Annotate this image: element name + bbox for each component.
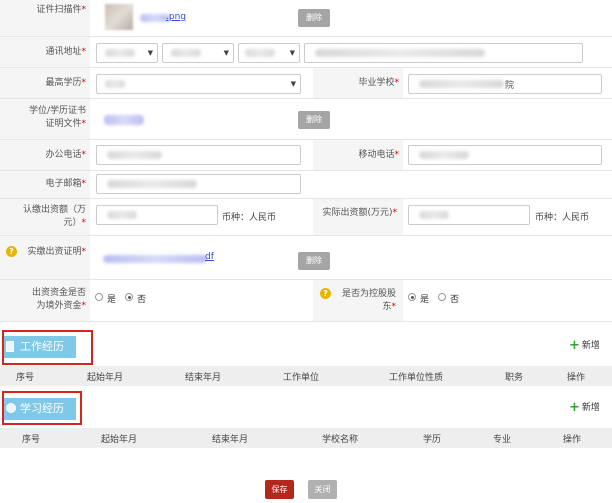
row-paid-proof: ? 实缴出资证明* df 删除 [0,236,612,280]
paid-proof-delete-button[interactable]: 删除 [298,252,330,270]
school-label: 毕业学校* [358,78,399,88]
row-education: 最高学历* ▼ 毕业学校* 院 [0,68,612,99]
study-col-school: 学校名称 [322,435,359,445]
paid-in-label: 实际出资额(万元)* [322,208,397,218]
paid-proof-label: 实缴出资证明* [27,247,86,257]
office-phone-label: 办公电话* [45,150,86,160]
controlling-yes-label: 是 [420,295,430,305]
overseas-yes-label: 是 [107,295,117,305]
email-label: 电子邮箱* [45,179,86,189]
work-col-index: 序号 [16,373,35,383]
help-icon[interactable]: ? [6,246,17,257]
controlling-label: 是否为控股股 东* [341,289,396,312]
save-button[interactable]: 保存 [265,480,294,499]
controlling-yes-radio[interactable] [408,293,416,301]
overseas-no-label: 否 [137,295,147,305]
subscribed-currency: 币种：人民币 [222,213,277,223]
id-scan-file-link[interactable]: .png [166,12,186,22]
work-col-end: 结束年月 [185,373,222,383]
subscribed-input[interactable] [96,205,218,225]
study-add-button[interactable]: + 新增 [569,400,600,415]
street-input[interactable] [304,43,583,63]
study-section-highlight [2,391,82,425]
city-select[interactable]: ▼ [162,43,234,63]
paid-proof-file-link[interactable]: df [205,252,214,262]
study-col-major: 专业 [493,435,512,445]
plus-icon: + [569,338,580,353]
mobile-label: 移动电话* [358,150,399,160]
school-value-suffix: 院 [505,81,515,91]
degree-cert-delete-button[interactable]: 删除 [298,111,330,129]
work-col-employer: 工作单位 [283,373,320,383]
chevron-down-icon: ▼ [289,49,295,57]
row-capital: 认缴出资额（万 元）* 币种：人民币 实际出资额(万元)* 币种：人民币 [0,199,612,236]
work-col-position: 职务 [505,373,524,383]
email-input[interactable] [96,174,301,194]
district-select[interactable]: ▼ [238,43,300,63]
education-label: 最高学历* [45,78,86,88]
id-scan-thumbnail[interactable] [105,4,133,30]
degree-cert-label: 学位/学历证书 证明文件* [28,106,86,129]
province-select[interactable]: ▼ [96,43,158,63]
row-overseas: 出资资金是否 为境外资金* 是 否 ? 是否为控股股 东* 是 否 [0,280,612,322]
work-table-header: 序号 起始年月 结束年月 工作单位 工作单位性质 职务 操作 [0,366,612,386]
mobile-input[interactable] [408,145,602,165]
chevron-down-icon: ▼ [223,49,229,57]
chevron-down-icon: ▼ [147,49,153,57]
controlling-no-label: 否 [450,295,460,305]
close-button[interactable]: 关闭 [308,480,337,499]
row-email: 电子邮箱* [0,171,612,199]
overseas-yes-radio[interactable] [95,293,103,301]
id-scan-label: 证件扫描件* [36,5,86,15]
study-col-index: 序号 [22,435,41,445]
work-section-highlight [2,330,93,365]
paid-in-currency: 币种：人民币 [535,213,590,223]
study-col-degree: 学历 [423,435,442,445]
degree-cert-file-redacted[interactable] [104,115,144,125]
study-col-actions: 操作 [563,435,582,445]
row-degree-cert: 学位/学历证书 证明文件* 删除 [0,99,612,140]
overseas-no-radio[interactable] [125,293,133,301]
work-add-button[interactable]: + 新增 [569,338,600,353]
office-phone-input[interactable] [96,145,301,165]
paid-proof-file-redacted[interactable] [103,255,207,263]
study-table-header: 序号 起始年月 结束年月 学校名称 学历 专业 操作 [0,428,612,448]
plus-icon: + [569,400,580,415]
row-address: 通讯地址* ▼ ▼ ▼ [0,37,612,68]
study-col-start: 起始年月 [101,435,138,445]
study-col-end: 结束年月 [212,435,249,445]
work-col-actions: 操作 [567,373,586,383]
subscribed-label: 认缴出资额（万 元）* [22,205,86,228]
id-scan-delete-button[interactable]: 删除 [298,9,330,27]
education-select[interactable]: ▼ [96,74,301,94]
work-col-employer-type: 工作单位性质 [389,373,444,383]
paid-in-input[interactable] [408,205,530,225]
chevron-down-icon: ▼ [290,80,296,88]
school-input[interactable]: 院 [408,74,602,94]
work-col-start: 起始年月 [87,373,124,383]
row-phones: 办公电话* 移动电话* [0,140,612,171]
controlling-no-radio[interactable] [438,293,446,301]
overseas-label: 出资资金是否 为境外资金* [31,288,86,311]
row-id-scan: 证件扫描件* .png 删除 [0,0,612,37]
address-label: 通讯地址* [45,47,86,57]
